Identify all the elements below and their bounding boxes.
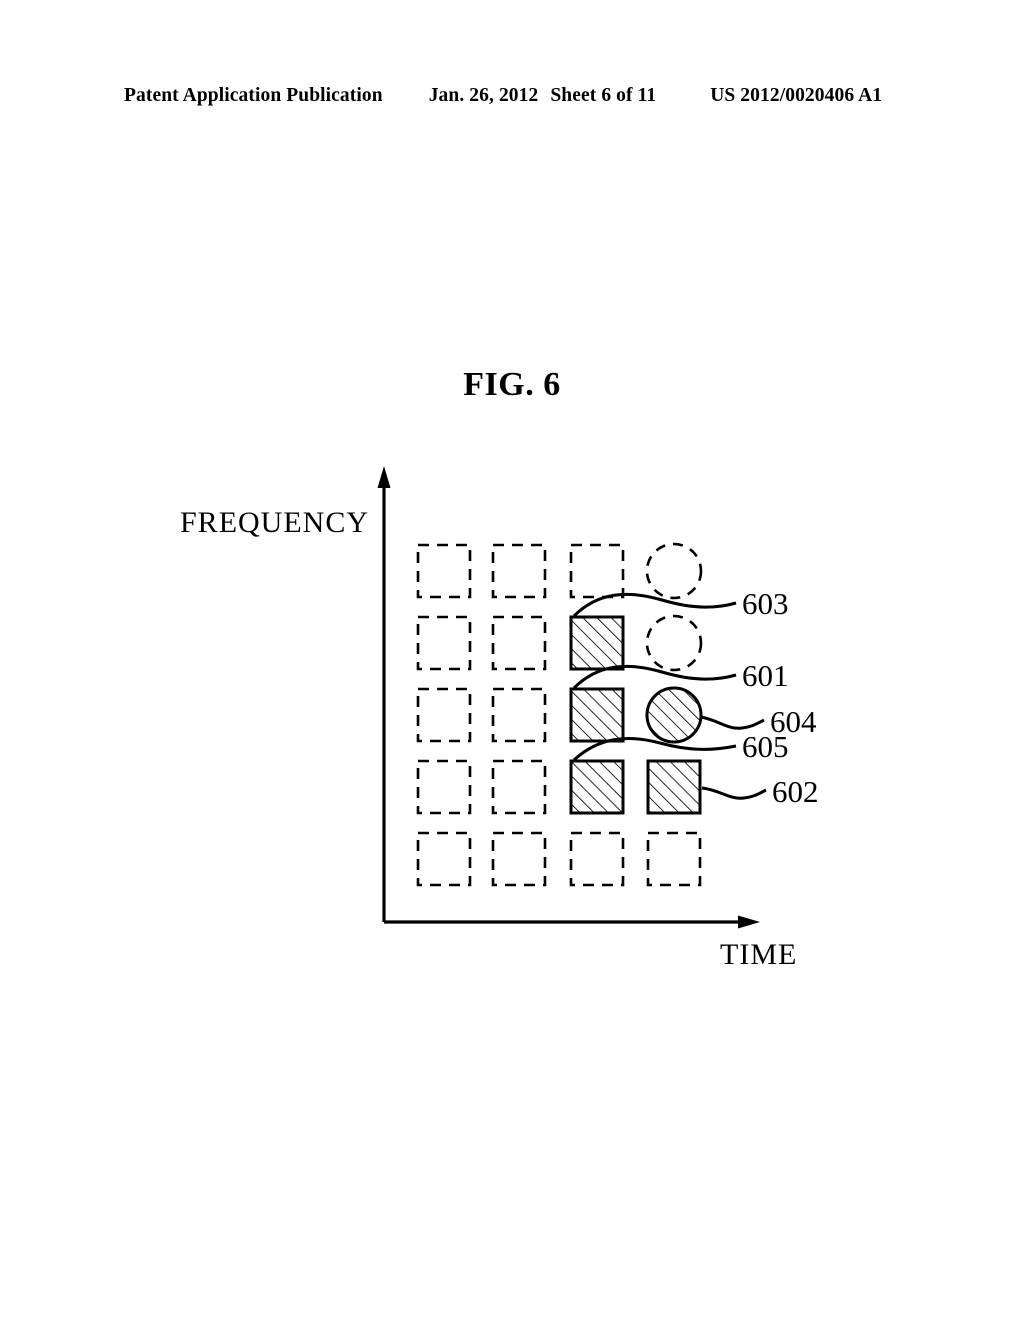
cell-r4c4-hatched-square-602 [646,759,702,815]
cell-r1c1-dashed-square [416,543,472,599]
figure-title: FIG. 6 [463,366,561,403]
y-axis [377,466,391,922]
cell-r4c3-hatched-square-605 [569,759,625,815]
header-sheet-label: Sheet 6 of 11 [550,85,657,106]
cell-r2c2-dashed-square [491,615,547,671]
header-date-label: Jan. 26, 2012 [428,85,539,106]
y-axis-label: FREQUENCY [180,506,369,539]
cell-r4c2-dashed-square [491,759,547,815]
reference-numeral-601: 601 [742,658,789,693]
cell-r1c4-dashed-circle [645,542,703,600]
header-publication-label: Patent Application Publication [124,85,383,106]
reference-numeral-605: 605 [742,729,789,764]
header-patent-number: US 2012/0020406 A1 [710,85,883,106]
figure-drawing: FREQUENCY TIME 603 601 604 605 602 [150,440,890,1000]
grid-row-1 [416,542,703,600]
grid-row-3 [416,686,703,744]
grid-row-5 [416,831,702,887]
cell-r2c1-dashed-square [416,615,472,671]
x-axis-label: TIME [720,938,797,971]
cell-r2c4-dashed-circle [645,614,703,672]
page-header: Patent Application Publication Jan. 26, … [124,85,900,111]
cell-r5c2-dashed-square [491,831,547,887]
leader-line-603 [572,592,737,618]
leader-line-604 [700,715,765,730]
cell-r5c4-dashed-square [646,831,702,887]
cell-r1c2-dashed-square [491,543,547,599]
cell-r3c1-dashed-square [416,687,472,743]
cell-r2c3-hatched-square-603 [569,615,625,671]
cell-r3c2-dashed-square [491,687,547,743]
reference-numeral-603: 603 [742,586,789,621]
cell-r5c1-dashed-square [416,831,472,887]
y-axis-arrowhead [377,466,391,488]
x-axis-arrowhead [738,915,760,929]
cell-r3c3-hatched-square-601 [569,687,625,743]
cell-r4c1-dashed-square [416,759,472,815]
leader-line-602 [701,786,767,800]
cell-r5c3-dashed-square [569,831,625,887]
x-axis [384,915,760,929]
cell-r3c4-hatched-circle-604 [645,686,703,744]
grid-row-4 [416,759,702,815]
reference-numeral-602: 602 [772,774,819,809]
grid-row-2 [416,614,703,672]
cell-r1c3-dashed-square [569,543,625,599]
